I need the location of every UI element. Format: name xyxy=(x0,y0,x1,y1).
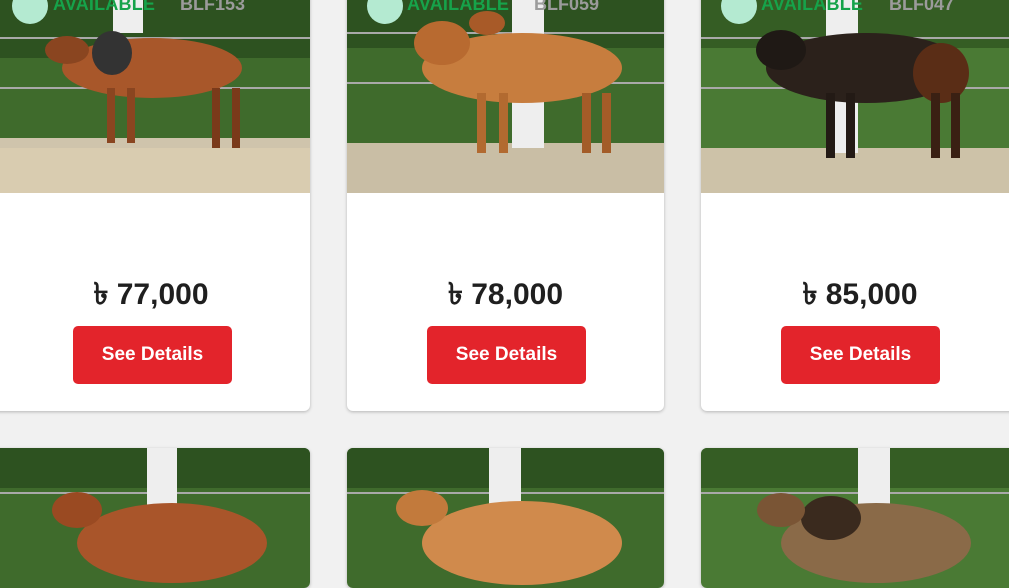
cattle-code: BLF059 xyxy=(534,0,600,14)
listing-card: AVAILABLE BLF153 ৳ 77,000 See Details xyxy=(0,0,310,411)
availability-status: AVAILABLE xyxy=(761,0,864,14)
cattle-photo[interactable] xyxy=(701,448,1009,588)
cattle-photo[interactable] xyxy=(0,0,310,193)
cattle-photo[interactable] xyxy=(0,448,310,588)
price: ৳ 78,000 xyxy=(447,278,564,311)
see-details-button[interactable]: See Details xyxy=(73,326,232,384)
listing-card: AVAILABLE BLF047 ৳ 85,000 See Details xyxy=(701,0,1009,411)
see-details-button[interactable]: See Details xyxy=(427,326,586,384)
cattle-code: BLF153 xyxy=(180,0,246,14)
price: ৳ 85,000 xyxy=(802,278,918,311)
see-details-button[interactable]: See Details xyxy=(781,326,940,384)
cattle-photo[interactable] xyxy=(347,448,664,588)
listing-card xyxy=(0,448,310,588)
cattle-code: BLF047 xyxy=(889,0,955,14)
listing-card: AVAILABLE BLF059 ৳ 78,000 See Details xyxy=(347,0,664,411)
availability-status: AVAILABLE xyxy=(53,0,156,14)
listing-card xyxy=(347,448,664,588)
listing-card xyxy=(701,448,1009,588)
cattle-photo[interactable] xyxy=(347,0,664,193)
cattle-photo[interactable] xyxy=(701,0,1009,193)
price: ৳ 77,000 xyxy=(93,278,209,311)
availability-status: AVAILABLE xyxy=(407,0,510,14)
